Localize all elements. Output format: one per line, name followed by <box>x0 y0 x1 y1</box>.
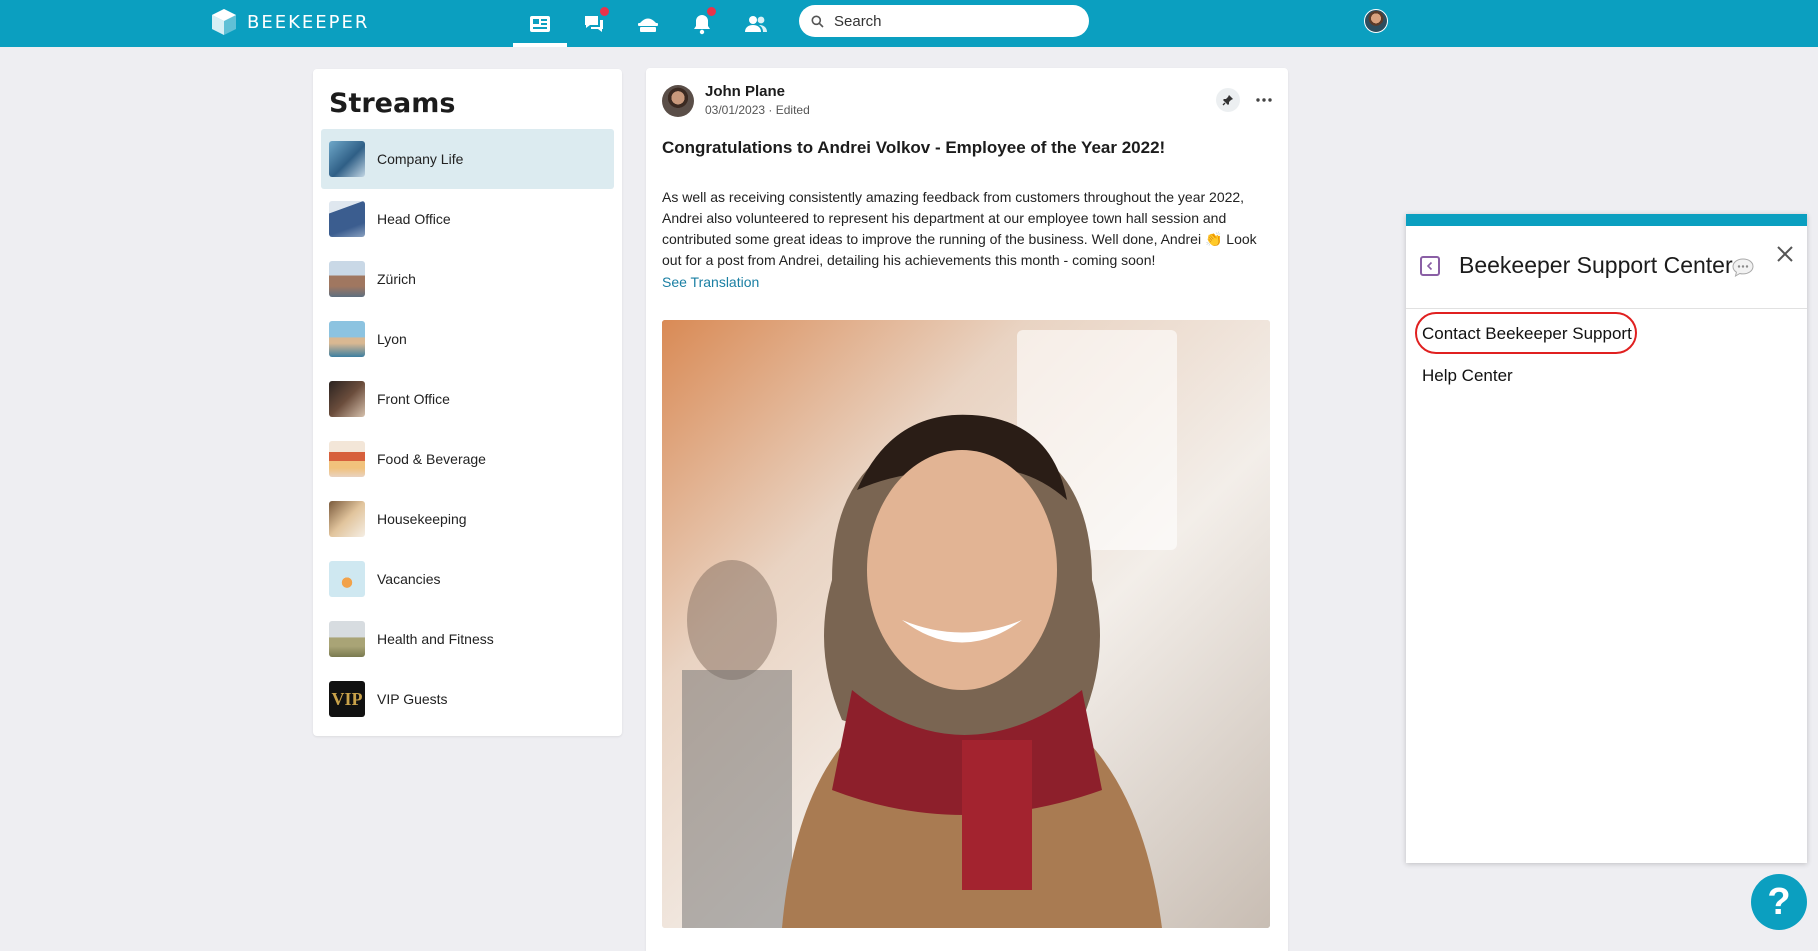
stream-item-food-beverage[interactable]: Food & Beverage <box>321 429 614 489</box>
streams-title: Streams <box>329 88 456 119</box>
stream-label: Health and Fitness <box>377 631 494 647</box>
chat-icon <box>585 16 603 32</box>
stream-label: Vacancies <box>377 571 441 587</box>
streams-nav-button[interactable] <box>525 9 555 39</box>
streams-panel: Streams Company Life Head Office Zürich … <box>313 69 622 736</box>
post-body-text: As well as receiving consistently amazin… <box>662 189 1245 247</box>
post-card: John Plane 03/01/2023 · Edited Congratul… <box>646 68 1288 951</box>
post-photo[interactable] <box>662 320 1270 928</box>
beekeeper-logo-icon <box>211 8 237 36</box>
stream-label: Front Office <box>377 391 450 407</box>
meta-separator: · <box>768 103 776 117</box>
support-center-title: Beekeeper Support Center <box>1459 252 1733 278</box>
top-navigation-bar: BEEKEEPER <box>0 0 1818 47</box>
people-nav-button[interactable] <box>741 9 771 39</box>
stream-label: Housekeeping <box>377 511 467 527</box>
stream-item-health-fitness[interactable]: Health and Fitness <box>321 609 614 669</box>
edited-label: Edited <box>775 103 810 117</box>
ellipsis-icon <box>1256 98 1272 102</box>
help-center-link[interactable]: Help Center <box>1422 366 1513 386</box>
stream-thumbnail <box>329 201 365 237</box>
stream-item-housekeeping[interactable]: Housekeeping <box>321 489 614 549</box>
help-button[interactable]: ? <box>1751 874 1807 930</box>
more-options-button[interactable] <box>1253 88 1275 112</box>
support-panel-header-bar <box>1406 214 1807 226</box>
stream-label: Head Office <box>377 211 451 227</box>
toolbox-icon <box>638 18 658 32</box>
logo-text: BEEKEEPER <box>247 11 370 33</box>
close-icon <box>1777 246 1793 262</box>
stream-thumbnail <box>329 381 365 417</box>
chat-badge <box>599 6 610 17</box>
chevron-left-icon <box>1426 261 1433 271</box>
clapping-hands-emoji: 👏 <box>1204 231 1223 247</box>
active-nav-indicator <box>513 43 567 47</box>
stream-label: Company Life <box>377 151 464 167</box>
post-meta: 03/01/2023 · Edited <box>705 103 810 117</box>
support-center-panel: Beekeeper Support Center Contact Beekeep… <box>1406 214 1807 863</box>
pin-icon <box>1222 95 1233 106</box>
author-avatar[interactable] <box>662 85 694 117</box>
search-box[interactable] <box>799 5 1089 37</box>
see-translation-link[interactable]: See Translation <box>662 274 759 290</box>
contact-support-link[interactable]: Contact Beekeeper Support <box>1422 324 1632 344</box>
search-input[interactable] <box>834 12 1074 30</box>
chat-bubble-icon <box>1731 257 1755 282</box>
beekeeper-logo[interactable]: BEEKEEPER <box>211 8 369 36</box>
stream-thumbnail <box>329 501 365 537</box>
stream-item-front-office[interactable]: Front Office <box>321 369 614 429</box>
stream-label: VIP Guests <box>377 691 448 707</box>
user-avatar[interactable] <box>1364 9 1388 33</box>
stream-thumbnail <box>329 621 365 657</box>
stream-item-lyon[interactable]: Lyon <box>321 309 614 369</box>
notifications-nav-button[interactable] <box>687 6 717 39</box>
back-button[interactable] <box>1420 256 1440 276</box>
stream-thumbnail <box>329 441 365 477</box>
tools-nav-button[interactable] <box>633 9 663 39</box>
stream-list: Company Life Head Office Zürich Lyon Fro… <box>321 129 614 729</box>
stream-item-company-life[interactable]: Company Life <box>321 129 614 189</box>
search-icon <box>811 15 824 28</box>
support-divider <box>1406 308 1807 309</box>
post-date: 03/01/2023 <box>705 103 766 117</box>
post-body: As well as receiving consistently amazin… <box>662 187 1274 271</box>
stream-label: Zürich <box>377 271 416 287</box>
chats-nav-button[interactable] <box>579 6 610 39</box>
notifications-badge <box>706 6 717 17</box>
post-title: Congratulations to Andrei Volkov - Emplo… <box>662 138 1166 157</box>
employee-photo-illustration <box>662 320 1270 928</box>
stream-label: Lyon <box>377 331 407 347</box>
pin-button[interactable] <box>1216 88 1240 112</box>
stream-item-vacancies[interactable]: Vacancies <box>321 549 614 609</box>
vip-thumbnail: VIP <box>329 681 365 717</box>
people-icon <box>745 16 767 32</box>
stream-item-head-office[interactable]: Head Office <box>321 189 614 249</box>
close-button[interactable] <box>1773 242 1797 266</box>
stream-thumbnail <box>329 321 365 357</box>
stream-thumbnail <box>329 261 365 297</box>
stream-thumbnail <box>329 561 365 597</box>
stream-item-zurich[interactable]: Zürich <box>321 249 614 309</box>
streams-icon <box>530 16 550 32</box>
stream-thumbnail <box>329 141 365 177</box>
stream-item-vip-guests[interactable]: VIP VIP Guests <box>321 669 614 729</box>
author-name[interactable]: John Plane <box>705 83 785 100</box>
stream-label: Food & Beverage <box>377 451 486 467</box>
